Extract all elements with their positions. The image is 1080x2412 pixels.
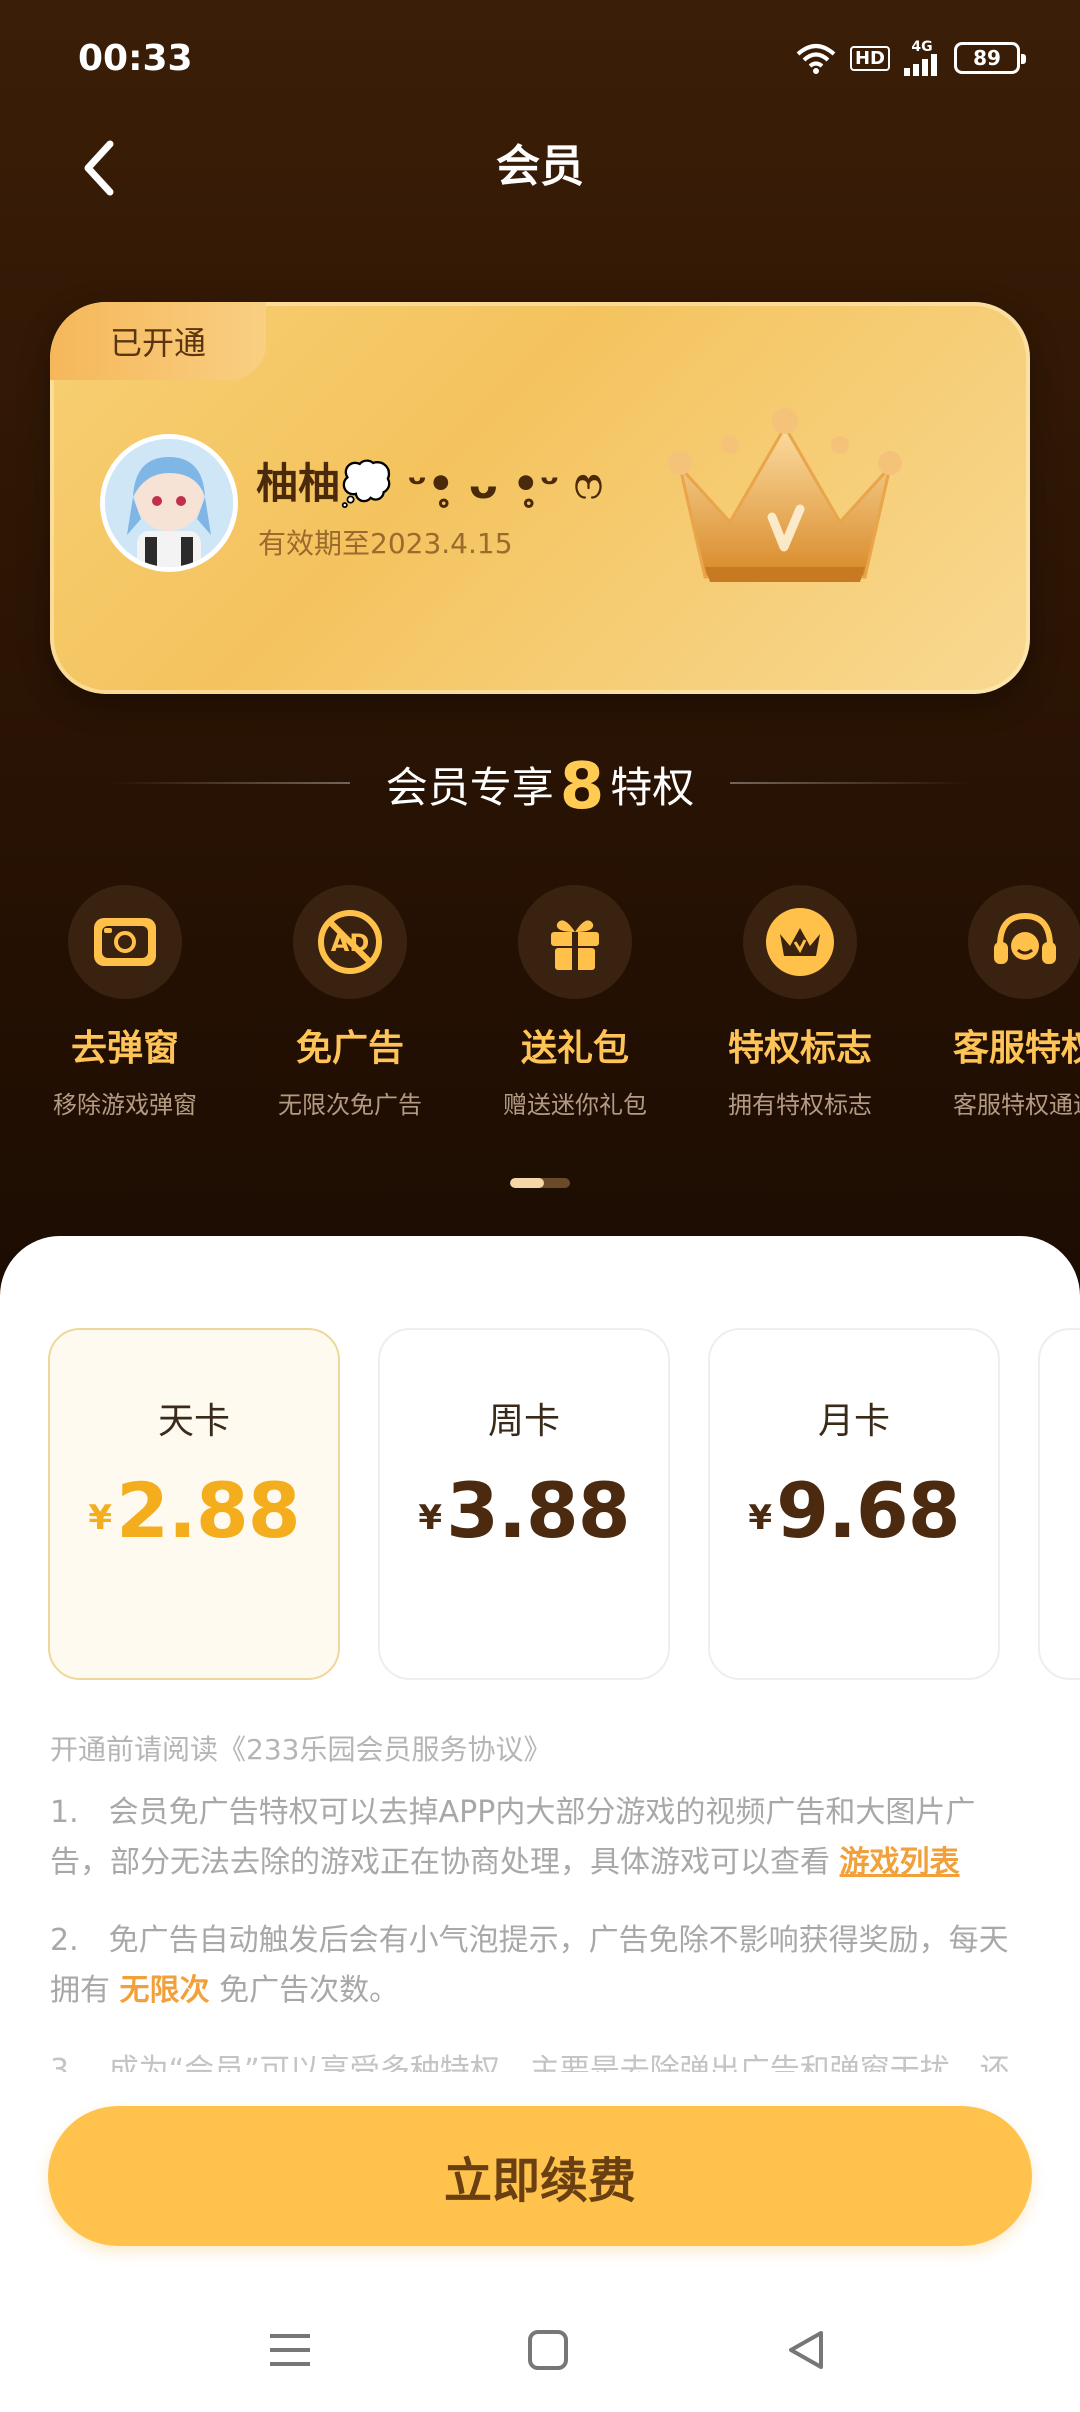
- plan-name: 月卡: [817, 1401, 890, 1442]
- no-ad-icon: AD: [293, 885, 407, 999]
- battery-level: 89: [973, 46, 1001, 70]
- carousel-indicator: [510, 1178, 570, 1188]
- plan-name: 天卡: [157, 1401, 230, 1442]
- menu-button[interactable]: [260, 2320, 320, 2380]
- privilege-title: 特权标志: [727, 1028, 872, 1069]
- status-bar: 00:33 HD 4G 89: [0, 0, 1080, 120]
- currency-symbol: ¥: [418, 1498, 443, 1538]
- avatar[interactable]: [100, 434, 238, 572]
- agreement-link[interactable]: 开通前请阅读《233乐园会员服务协议》: [50, 1728, 551, 1768]
- privilege-item-service[interactable]: 客服特权 客服特权通道: [915, 885, 1080, 1120]
- username: 柚柚💭 ᵕ•̥ ᴗ •̥ᵕ ෆ: [256, 459, 603, 508]
- network-label: 4G: [911, 39, 933, 55]
- plan-price: ¥9.68: [710, 1466, 998, 1555]
- battery-icon: 89: [954, 42, 1026, 74]
- crown-icon: [668, 408, 902, 582]
- plan-card-month[interactable]: 月卡 ¥9.68: [708, 1328, 1000, 1680]
- rule-highlight: 无限次: [119, 1973, 210, 2008]
- gift-icon: [518, 885, 632, 999]
- privilege-title: 去弹窗: [70, 1028, 179, 1069]
- privilege-item-no-ads[interactable]: AD 免广告 无限次免广告: [240, 885, 460, 1120]
- plan-price: ¥3.88: [380, 1466, 668, 1555]
- privileges-heading: 会员专享8 特权: [0, 742, 1080, 824]
- nav-bar: 会员: [0, 120, 1080, 220]
- menu-icon: [270, 2334, 310, 2366]
- privilege-subtitle: 客服特权通道: [953, 1091, 1080, 1119]
- privileges-title: 会员专享8 特权: [0, 750, 1080, 824]
- currency-symbol: ¥: [748, 1498, 773, 1538]
- rule-item: 2. 免广告自动触发后会有小气泡提示，广告免除不影响获得奖励，每天拥有 无限次 …: [50, 1916, 1030, 2016]
- privilege-subtitle: 无限次免广告: [278, 1091, 422, 1119]
- expiry-date: 有效期至2023.4.15: [258, 527, 513, 560]
- privilege-title: 客服特权: [952, 1028, 1080, 1069]
- game-list-link[interactable]: 游戏列表: [840, 1845, 960, 1880]
- plan-card-next[interactable]: [1038, 1328, 1080, 1680]
- privilege-item-gift[interactable]: 送礼包 赠送迷你礼包: [465, 885, 685, 1120]
- status-icons: HD 4G 89: [796, 40, 1026, 76]
- privilege-title: 免广告: [295, 1028, 404, 1069]
- carousel-indicator-active: [510, 1178, 544, 1188]
- system-back-button[interactable]: [776, 2320, 836, 2380]
- price-amount: 9.68: [776, 1466, 961, 1555]
- crown-badge-icon: [743, 885, 857, 999]
- hd-icon: HD: [849, 45, 890, 71]
- privilege-title: 送礼包: [520, 1028, 629, 1069]
- status-time: 00:33: [78, 38, 193, 79]
- privileges-suffix: 特权: [610, 763, 695, 812]
- headset-icon: [968, 885, 1080, 999]
- privileges-count: 8: [559, 750, 605, 824]
- currency-symbol: ¥: [88, 1498, 113, 1538]
- price-amount: 2.88: [116, 1466, 301, 1555]
- triangle-back-icon: [789, 2331, 823, 2369]
- price-amount: 3.88: [446, 1466, 631, 1555]
- privilege-item-popup[interactable]: 去弹窗 移除游戏弹窗: [15, 885, 235, 1120]
- divider: [730, 782, 970, 784]
- signal-icon: 4G: [904, 40, 940, 76]
- home-square-icon: [528, 2330, 568, 2370]
- page-title: 会员: [496, 141, 584, 192]
- rule-text: 1. 会员免广告特权可以去掉APP内大部分游戏的视频广告和大图片广告，部分无法去…: [50, 1795, 976, 1880]
- plan-name: 周卡: [487, 1401, 560, 1442]
- status-badge: 已开通: [50, 302, 266, 380]
- member-card: 已开通 柚柚💭 ᵕ•̥ ᴗ •̥ᵕ ෆ 有效期至2023.4.15: [50, 302, 1030, 694]
- rule-text: 免广告次数。: [209, 1973, 400, 2008]
- privilege-subtitle: 移除游戏弹窗: [53, 1091, 197, 1119]
- plan-price: ¥2.88: [50, 1466, 338, 1555]
- privilege-item-badge[interactable]: 特权标志 拥有特权标志: [690, 885, 910, 1120]
- popup-icon: [68, 885, 182, 999]
- privilege-subtitle: 拥有特权标志: [728, 1091, 872, 1119]
- system-nav-bar: [0, 2290, 1080, 2412]
- home-button[interactable]: [518, 2320, 578, 2380]
- wifi-icon: [796, 42, 836, 74]
- rule-text: 3. 成为“会员”可以享受多种特权，主要是去除弹出广告和弹窗干扰，还: [50, 2053, 1010, 2072]
- plan-card-day[interactable]: 天卡 ¥2.88: [48, 1328, 340, 1680]
- renew-button[interactable]: 立即续费: [48, 2106, 1032, 2246]
- plan-card-week[interactable]: 周卡 ¥3.88: [378, 1328, 670, 1680]
- privilege-subtitle: 赠送迷你礼包: [503, 1091, 647, 1119]
- rule-item: 1. 会员免广告特权可以去掉APP内大部分游戏的视频广告和大图片广告，部分无法去…: [50, 1788, 1030, 1888]
- privileges-prefix: 会员专享: [385, 763, 554, 812]
- rule-item: 3. 成为“会员”可以享受多种特权，主要是去除弹出广告和弹窗干扰，还: [50, 2046, 1030, 2072]
